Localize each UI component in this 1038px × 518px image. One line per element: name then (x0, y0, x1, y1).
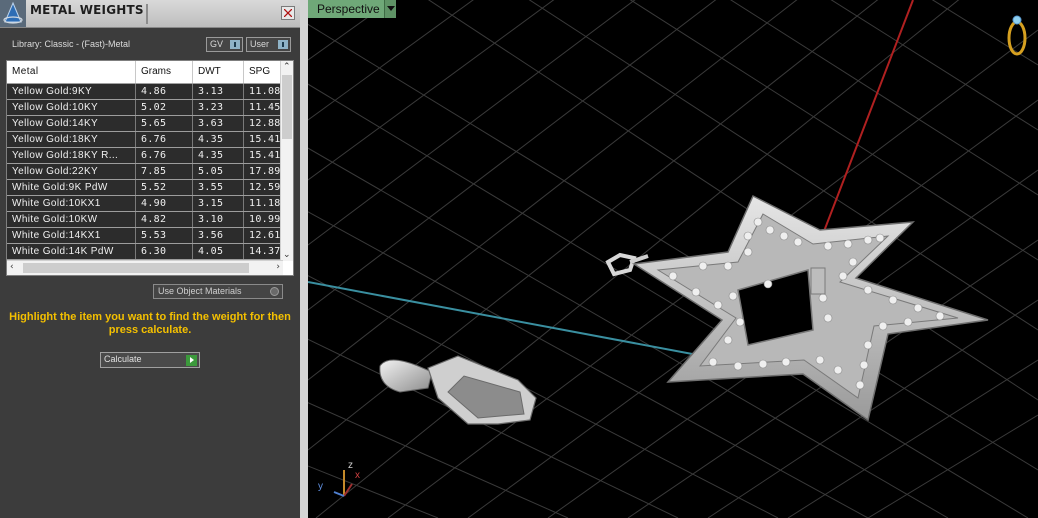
table-row[interactable]: Yellow Gold:18KY 6.76 4.35 15.41 (7, 132, 289, 148)
cell-metal: White Gold:14K PdW (7, 244, 136, 259)
panel-titlebar[interactable]: METAL WEIGHTS (0, 0, 300, 28)
user-toggle-label: User (250, 39, 270, 49)
cell-metal: Yellow Gold:18KY (7, 132, 136, 147)
axis-label-y: y (318, 481, 323, 492)
cell-metal: White Gold:9K PdW (7, 180, 136, 195)
library-label: Library: Classic - (Fast)-Metal (12, 39, 131, 49)
cell-grams: 4.86 (136, 84, 193, 99)
cell-dwt: 3.10 (193, 212, 244, 227)
instructions-text: Highlight the item you want to find the … (9, 311, 291, 336)
axis-label-z: z (348, 460, 353, 471)
title-divider (146, 4, 148, 24)
table-row[interactable]: Yellow Gold:10KY 5.02 3.23 11.45 (7, 100, 289, 116)
star-pendant-model[interactable] (605, 194, 989, 422)
table-body: Yellow Gold:9KY 4.86 3.13 11.08 Yellow G… (7, 84, 289, 260)
bail-model[interactable] (379, 355, 537, 425)
table-row[interactable]: White Gold:14K PdW 6.30 4.05 14.37 (7, 244, 289, 260)
calculate-label: Calculate (104, 354, 142, 364)
cell-grams: 4.90 (136, 196, 193, 211)
cell-dwt: 3.13 (193, 84, 244, 99)
close-button[interactable] (281, 6, 295, 20)
column-header-grams[interactable]: Grams (136, 61, 193, 83)
calculate-button[interactable]: Calculate (100, 352, 200, 368)
table-row[interactable]: White Gold:10KW 4.82 3.10 10.99 (7, 212, 289, 228)
horizontal-scrollbar[interactable]: ‹ › (7, 260, 283, 275)
axis-label-x: x (355, 470, 360, 481)
cell-dwt: 3.56 (193, 228, 244, 243)
cell-dwt: 4.35 (193, 148, 244, 163)
cell-metal: Yellow Gold:14KY (7, 116, 136, 131)
scroll-up-icon[interactable]: ⌃ (283, 62, 291, 72)
cell-metal: White Gold:14KX1 (7, 228, 136, 243)
cell-dwt: 5.05 (193, 164, 244, 179)
panel-title: METAL WEIGHTS (30, 3, 144, 17)
cell-metal: White Gold:10KX1 (7, 196, 136, 211)
cell-dwt: 3.23 (193, 100, 244, 115)
use-object-materials-label: Use Object Materials (158, 286, 242, 296)
gv-toggle-label: GV (210, 39, 224, 49)
cell-grams: 7.85 (136, 164, 193, 179)
table-row[interactable]: Yellow Gold:9KY 4.86 3.13 11.08 (7, 84, 289, 100)
scroll-right-icon[interactable]: › (276, 262, 280, 272)
table-row[interactable]: White Gold:10KX1 4.90 3.15 11.18 (7, 196, 289, 212)
scroll-left-icon[interactable]: ‹ (10, 262, 14, 272)
cell-grams: 6.76 (136, 148, 193, 163)
ring-thumbnail-icon[interactable] (1007, 15, 1027, 56)
cell-metal: Yellow Gold:22KY (7, 164, 136, 179)
viewport-canvas[interactable] (308, 0, 1038, 518)
cell-grams: 6.76 (136, 132, 193, 147)
vertical-scroll-thumb[interactable] (282, 75, 292, 139)
cell-grams: 6.30 (136, 244, 193, 259)
cell-dwt: 3.15 (193, 196, 244, 211)
cell-metal: White Gold:10KW (7, 212, 136, 227)
table-row[interactable]: White Gold:9K PdW 5.52 3.55 12.59 (7, 180, 289, 196)
cell-dwt: 4.05 (193, 244, 244, 259)
user-toggle[interactable]: User (246, 37, 291, 52)
view-label: Perspective (317, 2, 380, 16)
app-logo-icon (0, 0, 26, 27)
view-selector-tab[interactable]: Perspective (308, 0, 396, 18)
play-icon (186, 355, 197, 366)
cell-grams: 5.02 (136, 100, 193, 115)
teal-axis-line (308, 281, 704, 357)
perspective-viewport[interactable]: z x y Perspective (308, 0, 1038, 518)
panel-splitter[interactable] (300, 0, 308, 518)
table-row[interactable]: Yellow Gold:22KY 7.85 5.05 17.89 (7, 164, 289, 180)
horizontal-scroll-thumb[interactable] (23, 263, 249, 273)
cell-grams: 5.52 (136, 180, 193, 195)
use-object-materials-toggle[interactable]: Use Object Materials (153, 284, 283, 299)
column-header-dwt[interactable]: DWT (193, 61, 244, 83)
close-icon (284, 9, 292, 17)
metal-table: Metal Grams DWT SPG Yellow Gold:9KY 4.86… (6, 60, 294, 276)
cell-dwt: 4.35 (193, 132, 244, 147)
gv-toggle[interactable]: GV (206, 37, 243, 52)
cell-metal: Yellow Gold:18KY R... (7, 148, 136, 163)
toggle-knob-icon (278, 40, 288, 49)
cell-grams: 5.53 (136, 228, 193, 243)
vertical-scrollbar[interactable]: ⌃ ⌄ (280, 61, 293, 261)
toggle-knob-icon (230, 40, 240, 49)
column-header-metal[interactable]: Metal (7, 61, 136, 83)
cell-grams: 5.65 (136, 116, 193, 131)
table-row[interactable]: White Gold:14KX1 5.53 3.56 12.61 (7, 228, 289, 244)
table-header: Metal Grams DWT SPG (7, 61, 289, 84)
radio-icon (270, 287, 279, 296)
scroll-down-icon[interactable]: ⌄ (283, 250, 291, 260)
cell-grams: 4.82 (136, 212, 193, 227)
metal-weights-panel: METAL WEIGHTS Library: Classic - (Fast)-… (0, 0, 300, 518)
table-row[interactable]: Yellow Gold:14KY 5.65 3.63 12.88 (7, 116, 289, 132)
cell-dwt: 3.55 (193, 180, 244, 195)
view-dropdown-icon[interactable] (384, 0, 396, 18)
cell-dwt: 3.63 (193, 116, 244, 131)
cell-metal: Yellow Gold:9KY (7, 84, 136, 99)
table-row[interactable]: Yellow Gold:18KY R... 6.76 4.35 15.41 (7, 148, 289, 164)
cell-metal: Yellow Gold:10KY (7, 100, 136, 115)
